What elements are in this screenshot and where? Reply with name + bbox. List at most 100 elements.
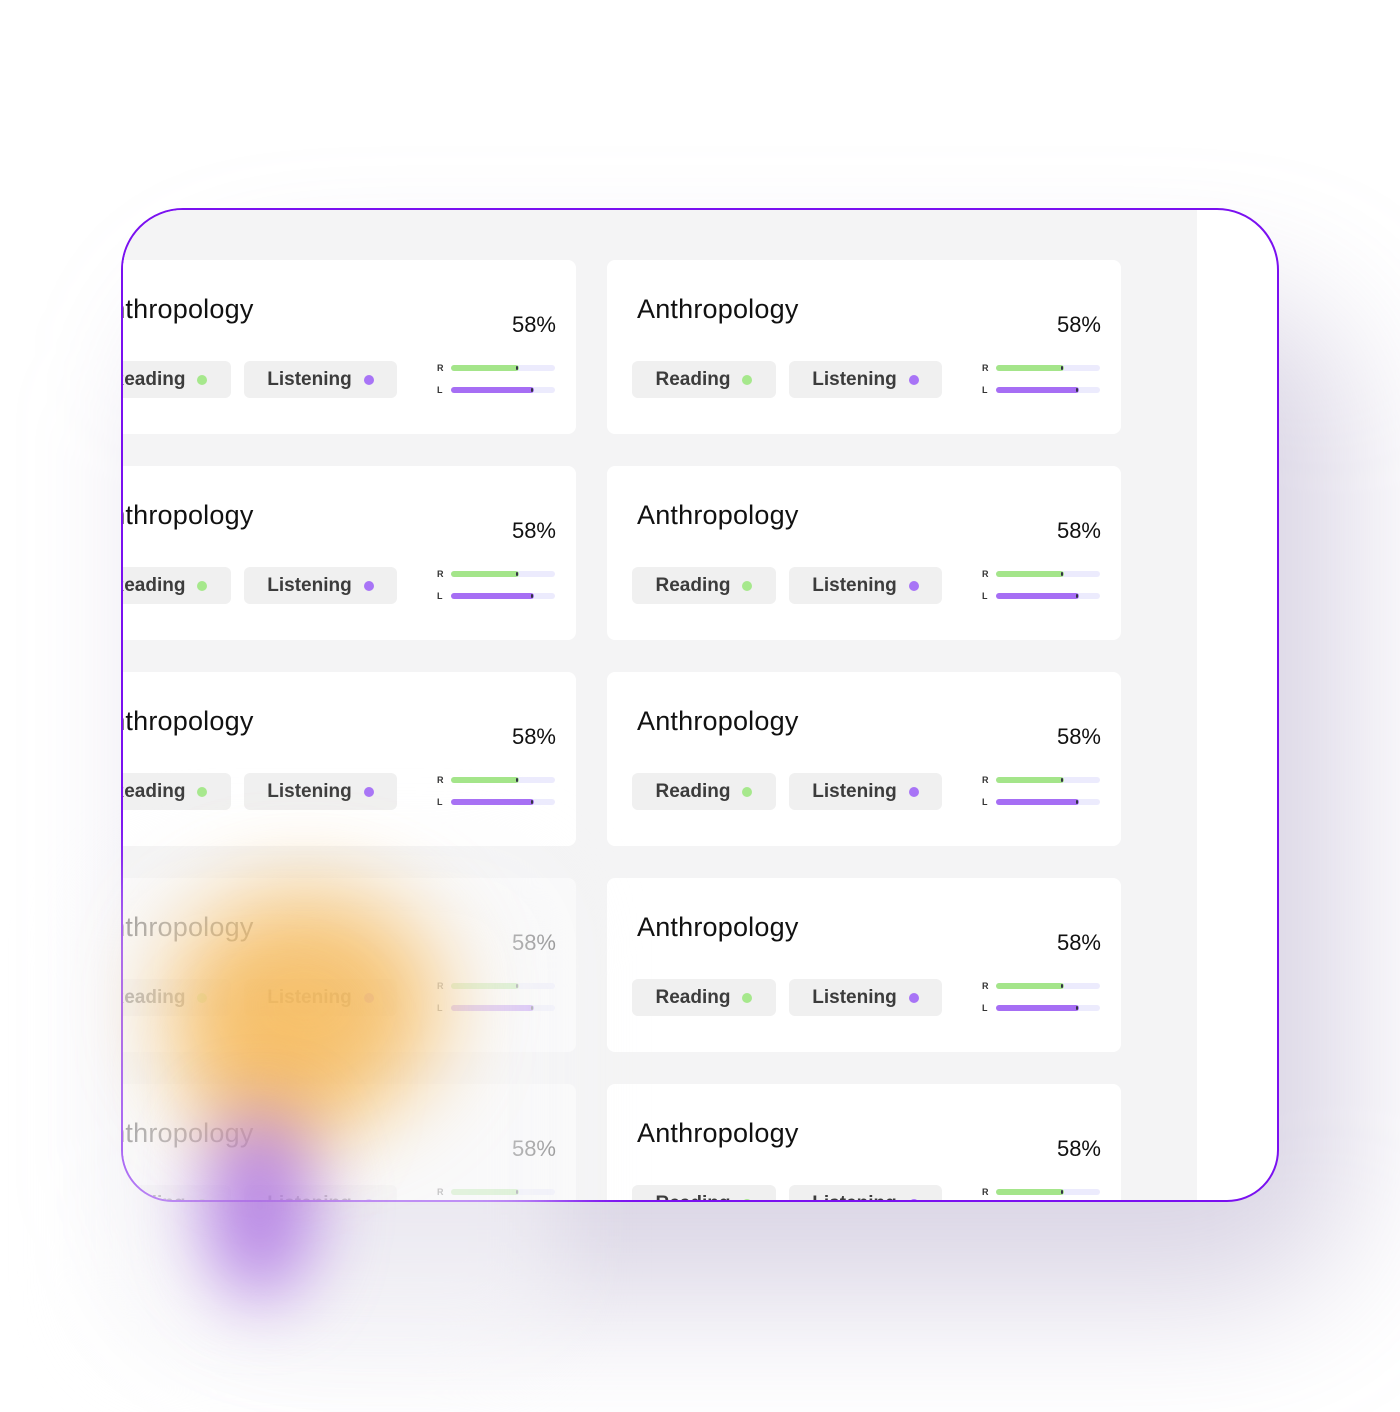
course-card[interactable]: Anthropology 58% Reading Listening R L [123,260,576,434]
course-card[interactable]: Anthropology 58% Reading Listening R L [607,466,1121,640]
course-title: Anthropology [123,294,254,324]
reading-chip-label: Reading [655,574,731,596]
course-percent: 58% [1056,724,1101,749]
reading-progress: R [982,363,1104,375]
listening-progress-fill [996,1005,1080,1011]
listening-progress-label: L [437,385,443,395]
course-card[interactable]: Anthropology 58% Reading Listening R L [123,466,576,640]
course-card[interactable]: Anthropology 58% Reading Listening R L [607,878,1121,1052]
reading-dot-icon [197,786,208,797]
reading-chip-label: Reading [123,574,186,596]
listening-dot-icon [908,1198,919,1200]
listening-chip[interactable]: Listening [789,773,942,810]
listening-chip[interactable]: Listening [789,361,942,398]
listening-progress-track [451,387,555,393]
reading-progress-fill [996,1189,1064,1195]
listening-chip-label: Listening [812,1193,896,1201]
reading-progress-label: R [437,363,444,373]
listening-progress: L [982,797,1104,809]
listening-progress-fill [996,387,1080,393]
reading-chip[interactable]: Reading [632,567,776,604]
listening-chip-label: Listening [267,368,352,390]
reading-progress-track [996,571,1100,577]
course-title: Anthropology [637,500,799,530]
reading-progress-track [996,777,1100,783]
listening-chip-label: Listening [812,574,897,596]
listening-dot-icon [363,580,374,591]
listening-chip[interactable]: Listening [789,1185,942,1201]
reading-progress-track [996,1189,1100,1195]
reading-progress-fill [996,777,1064,783]
reading-chip[interactable]: Reading [632,773,776,810]
reading-chip-label: Reading [123,368,186,390]
reading-dot-icon [197,580,208,591]
reading-progress: R [982,1187,1104,1199]
listening-dot-icon [908,580,919,591]
course-percent: 58% [511,312,556,337]
reading-chip[interactable]: Reading [632,1185,776,1201]
listening-progress-track [996,593,1100,599]
listening-chip-label: Listening [267,574,352,596]
listening-progress: L [982,385,1104,397]
course-percent: 58% [1056,312,1101,337]
listening-progress-track [451,799,555,805]
listening-chip-label: Listening [812,780,897,802]
course-card[interactable]: Anthropology 58% Reading Listening R L [607,672,1121,846]
listening-progress: L [437,385,559,397]
listening-progress: L [437,797,559,809]
listening-progress: L [982,1003,1104,1015]
reading-chip-label: Reading [656,1193,731,1201]
listening-progress-fill [996,593,1080,599]
reading-chip[interactable]: Reading [632,361,776,398]
course-card[interactable]: Anthropology 58% Reading Listening R L [123,672,576,846]
listening-progress-label: L [982,797,988,807]
reading-chip[interactable]: Reading [123,773,231,810]
reading-progress-track [451,365,555,371]
reading-progress-fill [451,777,519,783]
reading-progress-label: R [982,363,989,373]
reading-progress: R [437,363,559,375]
course-title: Anthropology [637,294,799,324]
listening-chip[interactable]: Listening [789,567,942,604]
reading-progress-label: R [982,775,989,785]
course-card[interactable]: Anthropology 58% Reading Listening R L [607,260,1121,434]
listening-chip-label: Listening [812,986,897,1008]
course-percent: 58% [1056,930,1101,955]
listening-progress-label: L [437,591,443,601]
reading-dot-icon [742,580,753,591]
reading-progress-fill [996,983,1064,989]
reading-progress: R [982,775,1104,787]
listening-chip[interactable]: Listening [244,361,397,398]
listening-progress-track [996,799,1100,805]
listening-dot-icon [363,786,374,797]
listening-progress-label: L [982,1003,988,1013]
listening-chip[interactable]: Listening [789,979,942,1016]
listening-dot-icon [908,374,919,385]
reading-chip-label: Reading [655,986,731,1008]
reading-progress-label: R [982,981,989,991]
listening-chip[interactable]: Listening [244,773,397,810]
reading-progress: R [982,569,1104,581]
listening-dot-icon [363,374,374,385]
course-title: Anthropology [637,706,799,736]
reading-chip[interactable]: Reading [123,567,231,604]
reading-dot-icon [742,1198,753,1200]
reading-progress-track [996,983,1100,989]
listening-chip-label: Listening [267,780,352,802]
course-percent: 58% [1056,1136,1101,1161]
reading-chip[interactable]: Reading [632,979,776,1016]
listening-progress-fill [451,387,535,393]
listening-progress-fill [451,799,535,805]
reading-progress-fill [451,571,519,577]
reading-chip-label: Reading [123,780,186,802]
reading-progress-track [451,777,555,783]
listening-chip[interactable]: Listening [244,567,397,604]
course-card[interactable]: Anthropology 58% Reading Listening R L [607,1084,1121,1201]
reading-chip[interactable]: Reading [123,361,231,398]
course-title: Anthropology [637,912,799,942]
reading-progress-label: R [437,569,444,579]
reading-chip-label: Reading [655,368,731,390]
listening-progress-label: L [982,385,988,395]
reading-chip-label: Reading [655,780,731,802]
reading-dot-icon [742,374,753,385]
